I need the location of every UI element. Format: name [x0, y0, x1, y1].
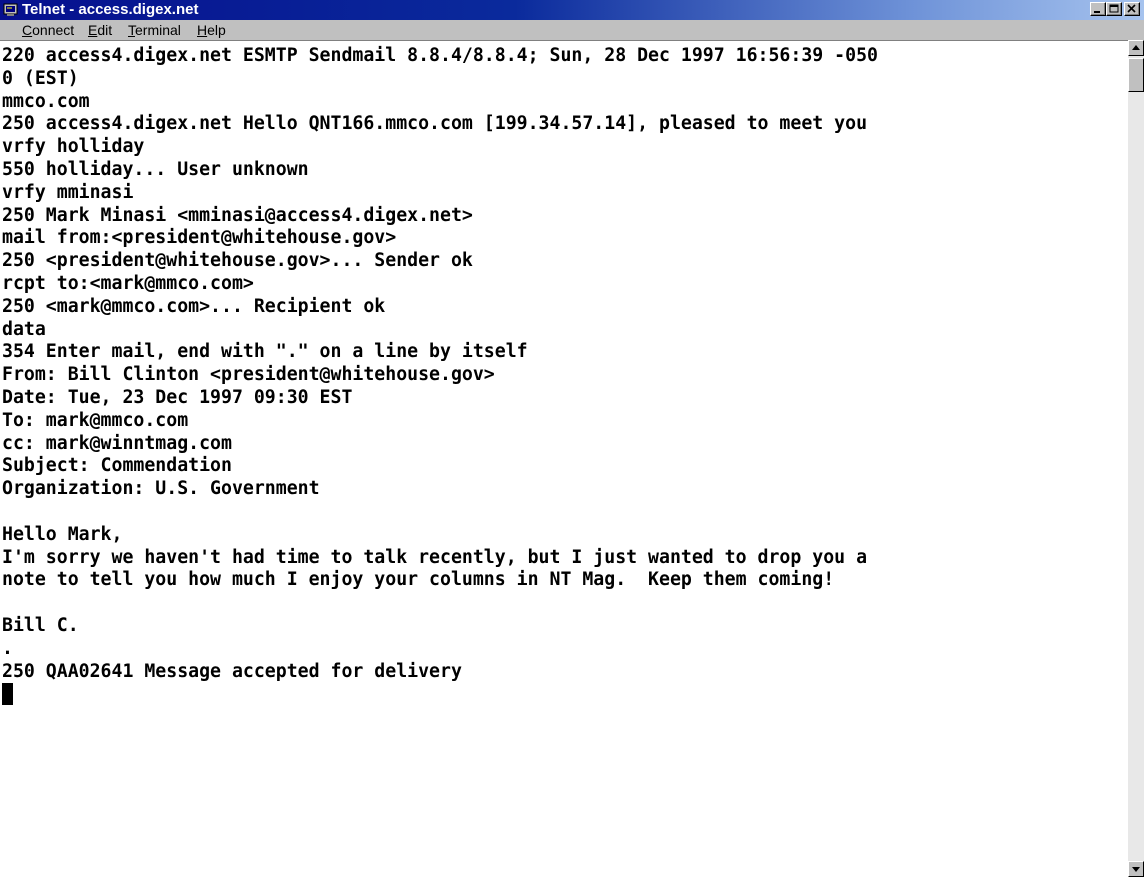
- menu-help[interactable]: Help: [197, 20, 226, 40]
- terminal-line: Date: Tue, 23 Dec 1997 09:30 EST: [2, 386, 353, 408]
- terminal-line: 250 <president@whitehouse.gov>... Sender…: [2, 250, 473, 272]
- terminal-line: To: mark@mmco.com: [2, 409, 189, 431]
- terminal-line: rcpt to:<mark@mmco.com>: [2, 272, 254, 294]
- terminal-line: I'm sorry we haven't had time to talk re…: [2, 546, 868, 568]
- menu-connect[interactable]: Connect: [22, 20, 74, 40]
- close-icon: [1127, 4, 1136, 13]
- terminal-line: 250 Mark Minasi <mminasi@access4.digex.n…: [2, 204, 473, 226]
- terminal-line: 550 holliday... User unknown: [2, 158, 309, 180]
- terminal-line: 220 access4.digex.net ESMTP Sendmail 8.8…: [2, 45, 878, 66]
- telnet-window: Telnet - access.digex.net Connect Edit T…: [0, 0, 1144, 877]
- terminal-line: Subject: Commendation: [2, 455, 232, 477]
- terminal-line: From: Bill Clinton <president@whitehouse…: [2, 364, 495, 386]
- text-cursor: [2, 683, 13, 706]
- terminal-line: 250 access4.digex.net Hello QNT166.mmco.…: [2, 113, 868, 135]
- terminal-line: 250 <mark@mmco.com>... Recipient ok: [2, 295, 386, 317]
- menu-terminal[interactable]: Terminal: [128, 20, 181, 40]
- terminal-line: Hello Mark,: [2, 523, 123, 545]
- terminal-line: 354 Enter mail, end with "." on a line b…: [2, 341, 528, 363]
- terminal-line: mail from:<president@whitehouse.gov>: [2, 227, 397, 249]
- scroll-thumb[interactable]: [1128, 58, 1144, 92]
- terminal-line: vrfy mminasi: [2, 181, 134, 203]
- terminal-line: note to tell you how much I enjoy your c…: [2, 569, 835, 591]
- terminal-output: 220 access4.digex.net ESMTP Sendmail 8.8…: [2, 45, 1120, 875]
- terminal-line: Bill C.: [2, 614, 79, 636]
- maximize-button[interactable]: [1106, 2, 1122, 16]
- minimize-button[interactable]: [1090, 2, 1106, 16]
- terminal-line: 0 (EST): [2, 67, 79, 89]
- terminal-line: 250 QAA02641 Message accepted for delive…: [2, 660, 462, 682]
- title-bar[interactable]: Telnet - access.digex.net: [0, 0, 1144, 20]
- close-button[interactable]: [1124, 2, 1140, 16]
- terminal-line: .: [2, 637, 13, 659]
- menu-bar: Connect Edit Terminal Help: [0, 20, 1144, 40]
- scroll-up-button[interactable]: [1128, 40, 1144, 56]
- vertical-scrollbar[interactable]: [1128, 40, 1144, 877]
- terminal-app-icon: [3, 3, 18, 16]
- terminal-line: mmco.com: [2, 90, 90, 112]
- terminal-screen[interactable]: 220 access4.digex.net ESMTP Sendmail 8.8…: [0, 40, 1144, 877]
- terminal-line: data: [2, 318, 46, 340]
- menu-connect-label: onnect: [32, 22, 75, 38]
- arrow-down-icon: [1132, 867, 1140, 872]
- maximize-icon: [1109, 4, 1119, 13]
- window-title: Telnet - access.digex.net: [22, 1, 199, 18]
- menu-edit[interactable]: Edit: [88, 20, 112, 40]
- terminal-line: Organization: U.S. Government: [2, 478, 320, 500]
- terminal-line: cc: mark@winntmag.com: [2, 432, 232, 454]
- terminal-line: vrfy holliday: [2, 136, 145, 158]
- scroll-down-button[interactable]: [1128, 861, 1144, 877]
- minimize-icon: [1094, 11, 1100, 13]
- arrow-up-icon: [1132, 45, 1140, 50]
